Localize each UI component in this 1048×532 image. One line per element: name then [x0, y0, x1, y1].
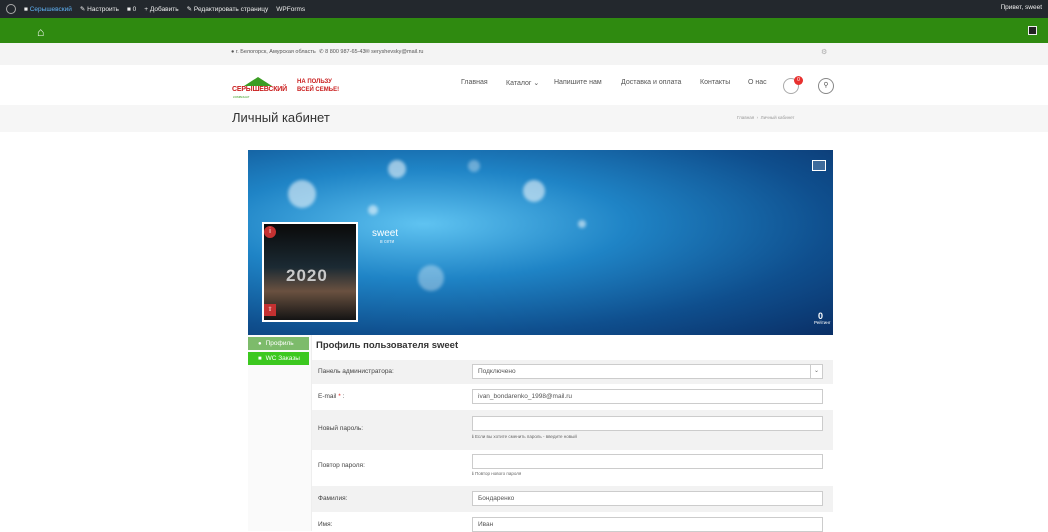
repeat-password-field[interactable]	[472, 454, 823, 469]
admin-add-link[interactable]: + Добавить	[144, 6, 178, 13]
logo-roof-icon	[244, 77, 272, 86]
avatar: 2020	[262, 222, 358, 322]
home-icon[interactable]: ⌂	[37, 25, 44, 39]
breadcrumb-current: Личный кабинет	[760, 115, 795, 120]
nav-item-about[interactable]: О нас	[748, 79, 767, 86]
breadcrumb-home[interactable]: Главная	[737, 115, 754, 120]
logo-subtitle: КОМБИНАТ	[233, 95, 250, 99]
online-status: в сети	[380, 239, 395, 245]
new-password-field[interactable]	[472, 416, 823, 431]
avatar-image: 2020	[264, 224, 356, 320]
admin-edit-link[interactable]: ✎ Редактировать страницу	[186, 5, 269, 14]
avatar-image-text: 2020	[286, 266, 328, 285]
email-link[interactable]: ✉ seryshevsky@mail.ru	[365, 49, 424, 55]
address-text: ● г. Белогорск, Амурская область	[231, 49, 316, 55]
menu-icon[interactable]	[1028, 26, 1037, 35]
admin-customize-link[interactable]: ✎ Настроить	[79, 5, 119, 14]
phone-link[interactable]: ✆ 8 800 987-65-43	[319, 49, 366, 55]
tab-wc-orders[interactable]: ■ WC Заказы	[248, 352, 309, 365]
form-row-firstname: Имя: Иван	[312, 512, 833, 532]
tab-profile[interactable]: ● Профиль	[248, 337, 309, 350]
form-row-lastname: Фамилия: Бондаренко	[312, 486, 833, 512]
email-field[interactable]: ivan_bondarenko_1998@mail.ru	[472, 389, 823, 404]
search-icon[interactable]: ⚲	[818, 78, 834, 94]
firstname-label: Имя:	[318, 521, 333, 528]
form-row-email: E-mail * : ivan_bondarenko_1998@mail.ru	[312, 384, 833, 410]
new-password-label: Новый пароль:	[318, 425, 364, 432]
form-row-admin-panel: Панель администратора: Подключено ⌄	[312, 360, 833, 384]
slogan: НА ПОЛЬЗУ ВСЕЙ СЕМЬЕ!	[297, 79, 340, 93]
firstname-field[interactable]: Иван	[472, 517, 823, 532]
repeat-password-label: Повтор пароля:	[318, 462, 365, 469]
profile-username: sweet	[372, 228, 399, 239]
brush-icon: ✎	[79, 6, 88, 13]
form-row-new-password: Новый пароль: ℹ Если вы хотите сменить п…	[312, 410, 833, 450]
admin-panel-select[interactable]: Подключено ⌄	[472, 364, 823, 379]
admin-comments-link[interactable]: ■ 0	[127, 6, 136, 13]
chevron-down-icon: ⌄	[810, 365, 822, 378]
lastname-field[interactable]: Бондаренко	[472, 491, 823, 506]
green-toolbar	[0, 18, 1048, 43]
chevron-down-icon: ⌄	[533, 80, 540, 87]
cart-count-badge: 0	[794, 76, 803, 85]
nav-item-home[interactable]: Главная	[461, 79, 488, 86]
repeat-password-hint: ℹ Повтор нового пароля	[472, 471, 522, 476]
page-title: Личный кабинет	[232, 110, 330, 125]
top-info-bar: ● г. Белогорск, Амурская область ✆ 8 800…	[0, 43, 1048, 65]
email-label: E-mail * :	[318, 393, 345, 400]
required-icon: *	[338, 393, 341, 400]
user-icon: ●	[258, 341, 262, 347]
form-row-repeat-password: Повтор пароля: ℹ Повтор нового пароля	[312, 450, 833, 486]
change-cover-icon[interactable]	[812, 160, 826, 171]
info-icon[interactable]: i	[264, 226, 276, 238]
lastname-label: Фамилия:	[318, 495, 348, 502]
wordpress-icon[interactable]	[6, 4, 16, 14]
form-heading: Профиль пользователя sweet	[316, 340, 459, 351]
bag-icon: ■	[258, 356, 262, 362]
rating-label: Рейтинг	[814, 320, 831, 325]
nav-item-write-us[interactable]: Напишите нам	[554, 79, 602, 86]
admin-panel-label: Панель администратора:	[318, 368, 394, 375]
admin-wpforms-link[interactable]: WPForms	[276, 6, 305, 13]
admin-bar: ■ Серышевский ✎ Настроить ■ 0 + Добавить…	[0, 0, 1048, 18]
pencil-icon: ✎	[186, 6, 194, 13]
admin-site-link[interactable]: ■ Серышевский	[24, 6, 72, 13]
nav-item-delivery[interactable]: Доставка и оплата	[621, 79, 681, 86]
upload-avatar-icon[interactable]: ⇧	[264, 304, 276, 316]
logo-name[interactable]: СЕРЫШЕВСКИЙ	[232, 86, 287, 93]
admin-greeting[interactable]: Привет, sweet	[1000, 4, 1042, 11]
nav-item-contacts[interactable]: Контакты	[700, 79, 730, 86]
settings-icon[interactable]: ⚙	[821, 48, 827, 56]
page-title-bar	[0, 105, 1048, 132]
new-password-hint: ℹ Если вы хотите сменить пароль - введит…	[472, 434, 577, 439]
nav-item-catalog[interactable]: Каталог ⌄	[506, 79, 539, 87]
breadcrumb: Главная › Личный кабинет	[737, 115, 795, 120]
